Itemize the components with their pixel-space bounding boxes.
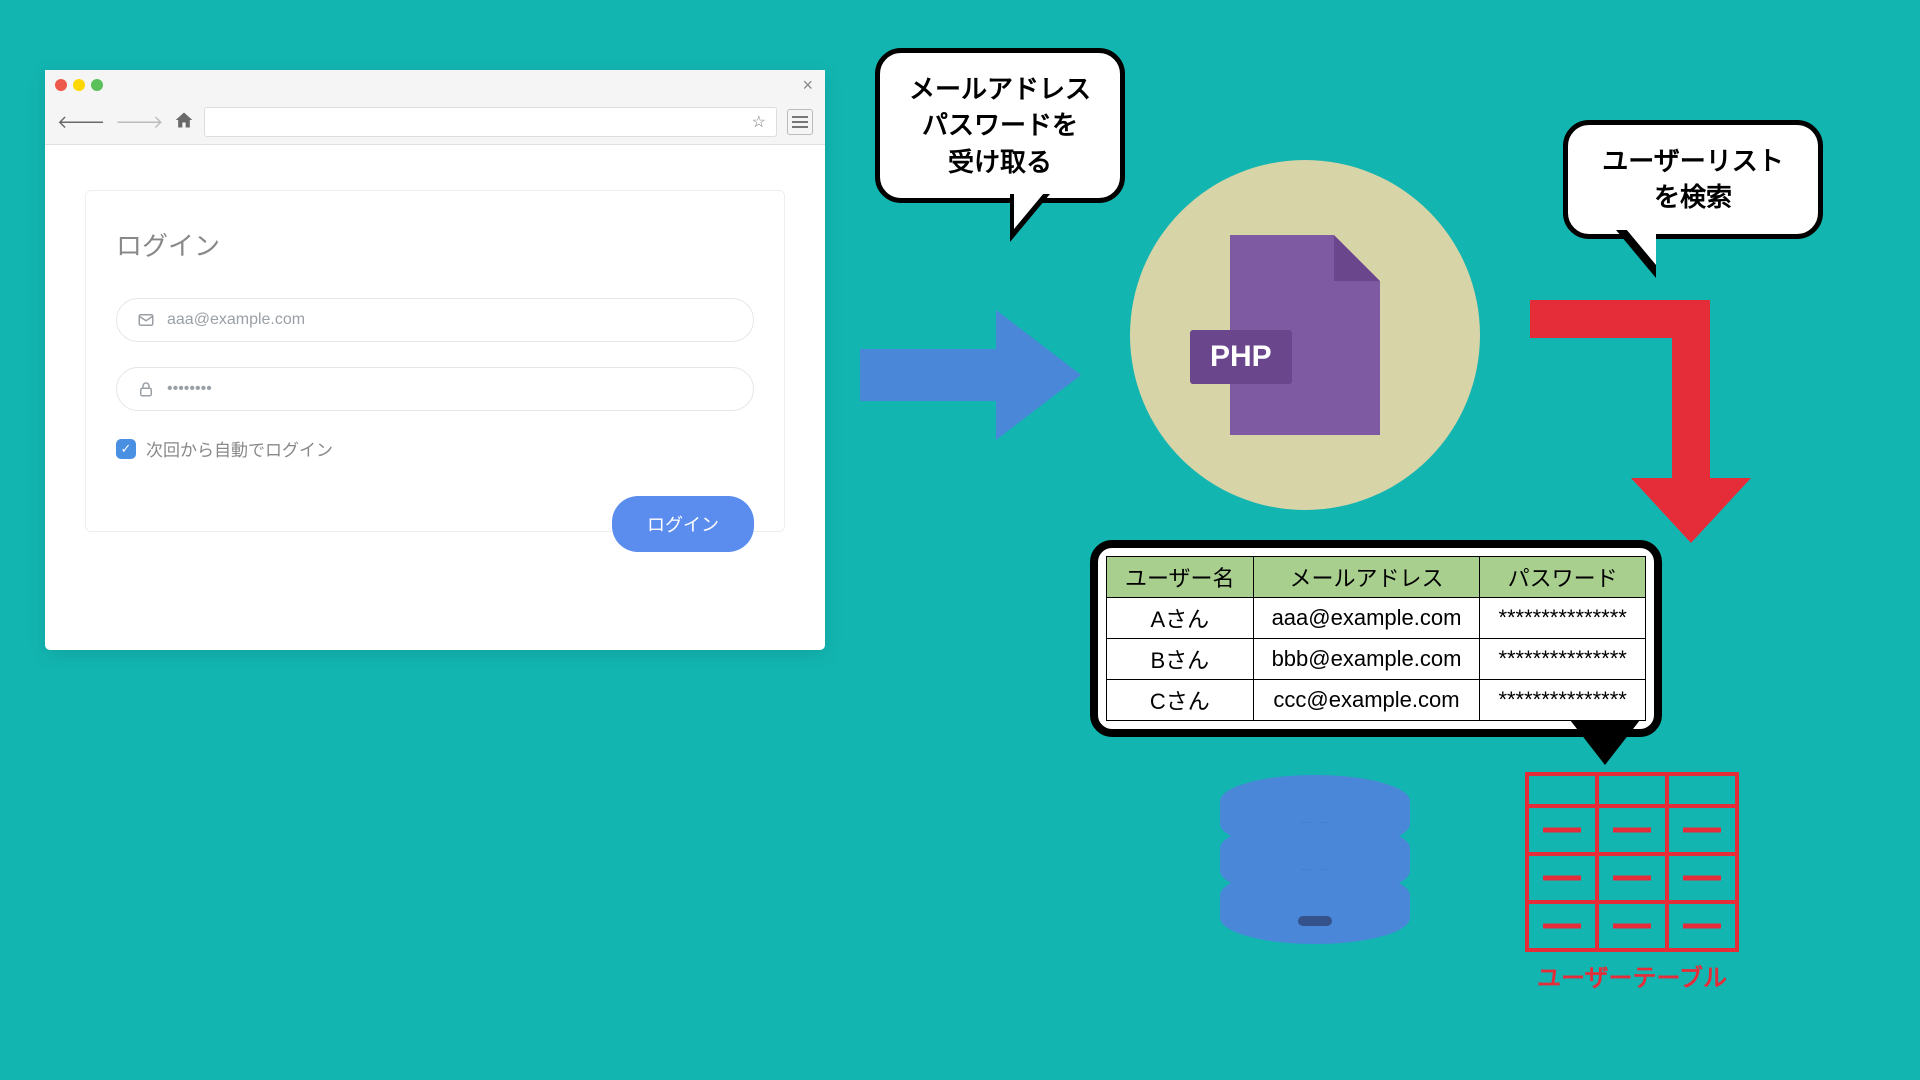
maximize-dot-icon[interactable] <box>91 79 103 91</box>
arrow-right-icon <box>860 310 1081 440</box>
email-placeholder: aaa@example.com <box>167 311 305 329</box>
table-row: Aさんaaa@example.com*************** <box>1107 598 1646 639</box>
browser-toolbar: 🡐 🡒 ☆ <box>45 100 825 145</box>
bubble-text: メールアドレス パスワードを 受け取る <box>909 74 1091 177</box>
table-header-row: ユーザー名 メールアドレス パスワード <box>1107 557 1646 598</box>
back-icon[interactable]: 🡐 <box>57 112 105 133</box>
browser-window: × 🡐 🡒 ☆ ログイン aaa@example.com •••••••• ✓ … <box>45 70 825 650</box>
table-pointer-icon <box>1570 720 1640 765</box>
speech-bubble-search: ユーザーリスト を検索 <box>1563 120 1823 239</box>
table-row: Cさんccc@example.com*************** <box>1107 680 1646 721</box>
checkbox-checked-icon[interactable]: ✓ <box>116 439 136 459</box>
remember-label: 次回から自動でログイン <box>146 436 333 461</box>
user-table-icon: ユーザーテーブル <box>1525 772 1739 993</box>
database-icon <box>1220 775 1410 944</box>
login-button[interactable]: ログイン <box>612 496 754 552</box>
home-icon[interactable] <box>174 110 194 135</box>
php-node: PHP <box>1130 160 1480 510</box>
user-table-popup: ユーザー名 メールアドレス パスワード Aさんaaa@example.com**… <box>1090 540 1662 737</box>
mail-icon <box>137 311 155 329</box>
bookmark-star-icon[interactable]: ☆ <box>752 112 766 132</box>
email-field[interactable]: aaa@example.com <box>116 298 754 342</box>
php-file-icon: PHP <box>1230 235 1380 435</box>
close-icon[interactable]: × <box>802 75 813 96</box>
user-table-label: ユーザーテーブル <box>1525 958 1739 993</box>
arrow-down-icon <box>1530 300 1751 543</box>
user-table: ユーザー名 メールアドレス パスワード Aさんaaa@example.com**… <box>1106 556 1646 721</box>
password-placeholder: •••••••• <box>167 380 212 398</box>
php-label: PHP <box>1190 330 1292 384</box>
url-bar[interactable]: ☆ <box>204 107 777 137</box>
bubble-text: ユーザーリスト を検索 <box>1602 146 1783 212</box>
password-field[interactable]: •••••••• <box>116 367 754 411</box>
minimize-dot-icon[interactable] <box>73 79 85 91</box>
login-title: ログイン <box>116 226 754 263</box>
table-row: Bさんbbb@example.com*************** <box>1107 639 1646 680</box>
hamburger-menu-icon[interactable] <box>787 109 813 135</box>
col-password: パスワード <box>1480 557 1645 598</box>
login-card: ログイン aaa@example.com •••••••• ✓ 次回から自動でロ… <box>85 190 785 532</box>
col-email: メールアドレス <box>1253 557 1480 598</box>
lock-icon <box>137 380 155 398</box>
speech-bubble-receive: メールアドレス パスワードを 受け取る <box>875 48 1125 203</box>
remember-row[interactable]: ✓ 次回から自動でログイン <box>116 436 754 461</box>
close-dot-icon[interactable] <box>55 79 67 91</box>
forward-icon[interactable]: 🡒 <box>115 112 163 133</box>
titlebar: × <box>45 70 825 100</box>
col-username: ユーザー名 <box>1107 557 1254 598</box>
